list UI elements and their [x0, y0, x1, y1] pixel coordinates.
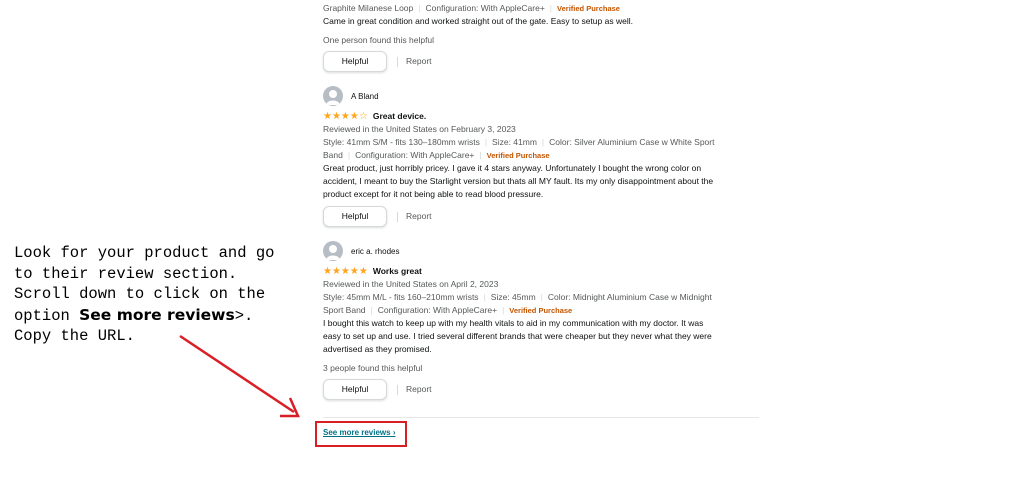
review-top: Graphite Milanese Loop | Configuration: Wi… — [323, 2, 763, 72]
helpful-button[interactable]: Helpful — [323, 206, 387, 227]
divider — [397, 211, 398, 222]
review-card: eric a. rhodes ★★★★★ Works great Reviewe… — [323, 241, 763, 400]
review-actions: Helpful Report — [323, 206, 763, 227]
report-link[interactable]: Report — [406, 55, 432, 68]
section-divider — [323, 417, 759, 418]
review-body: I bought this watch to keep up with my h… — [323, 318, 712, 354]
review-actions: Helpful Report — [323, 51, 763, 72]
review-title[interactable]: Great device. — [373, 110, 426, 123]
reviewer-profile[interactable]: eric a. rhodes — [323, 241, 763, 261]
reviewer-name: eric a. rhodes — [351, 246, 400, 256]
review-attributes: Graphite Milanese Loop | Configuration: Wi… — [323, 3, 620, 13]
reviewer-profile[interactable]: A Bland — [323, 86, 763, 106]
review-card: A Bland ★★★★☆ Great device. Reviewed in … — [323, 86, 763, 227]
avatar — [323, 86, 343, 106]
review-attributes-cont: Band | Configuration: With AppleCare+ | Veri… — [323, 150, 550, 160]
report-link[interactable]: Report — [406, 210, 432, 223]
review-date: Reviewed in the United States on April 2… — [323, 279, 499, 289]
divider — [397, 56, 398, 67]
user-silhouette-icon — [326, 245, 340, 260]
reviews-list: Graphite Milanese Loop | Configuration: Wi… — [323, 0, 763, 400]
verified-purchase-badge: Verified Purchase — [509, 306, 573, 315]
review-date: Reviewed in the United States on Februar… — [323, 124, 516, 134]
review-attributes-cont: Sport Band | Configuration: With AppleCare… — [323, 305, 573, 315]
review-body: Came in great condition and worked strai… — [323, 16, 633, 26]
verified-purchase-badge: Verified Purchase — [557, 4, 620, 13]
reviewer-name: A Bland — [351, 91, 379, 101]
star-rating-icon[interactable]: ★★★★☆ — [323, 110, 368, 123]
review-title-row: ★★★★☆ Great device. — [323, 110, 763, 123]
highlight-box — [315, 421, 407, 447]
instruction-annotation: Look for your product and go to their re… — [14, 244, 275, 345]
helpful-count: 3 people found this helpful — [323, 363, 423, 373]
star-rating-icon[interactable]: ★★★★★ — [323, 265, 368, 278]
review-body: Great product, just horribly pricey. I g… — [323, 163, 714, 199]
helpful-count: One person found this helpful — [323, 35, 435, 45]
avatar — [323, 241, 343, 261]
user-silhouette-icon — [326, 90, 340, 105]
divider — [397, 384, 398, 395]
review-title-row: ★★★★★ Works great — [323, 265, 763, 278]
review-actions: Helpful Report — [323, 379, 763, 400]
instruction-emphasis: See more reviews — [79, 305, 235, 324]
review-title[interactable]: Works great — [373, 265, 422, 278]
verified-purchase-badge: Verified Purchase — [486, 151, 550, 160]
review-attributes: Style: 41mm S/M - fits 130–180mm wrists |… — [323, 137, 715, 147]
review-attributes: Style: 45mm M/L - fits 160–210mm wrists |… — [323, 292, 712, 302]
report-link[interactable]: Report — [406, 383, 432, 396]
helpful-button[interactable]: Helpful — [323, 51, 387, 72]
helpful-button[interactable]: Helpful — [323, 379, 387, 400]
